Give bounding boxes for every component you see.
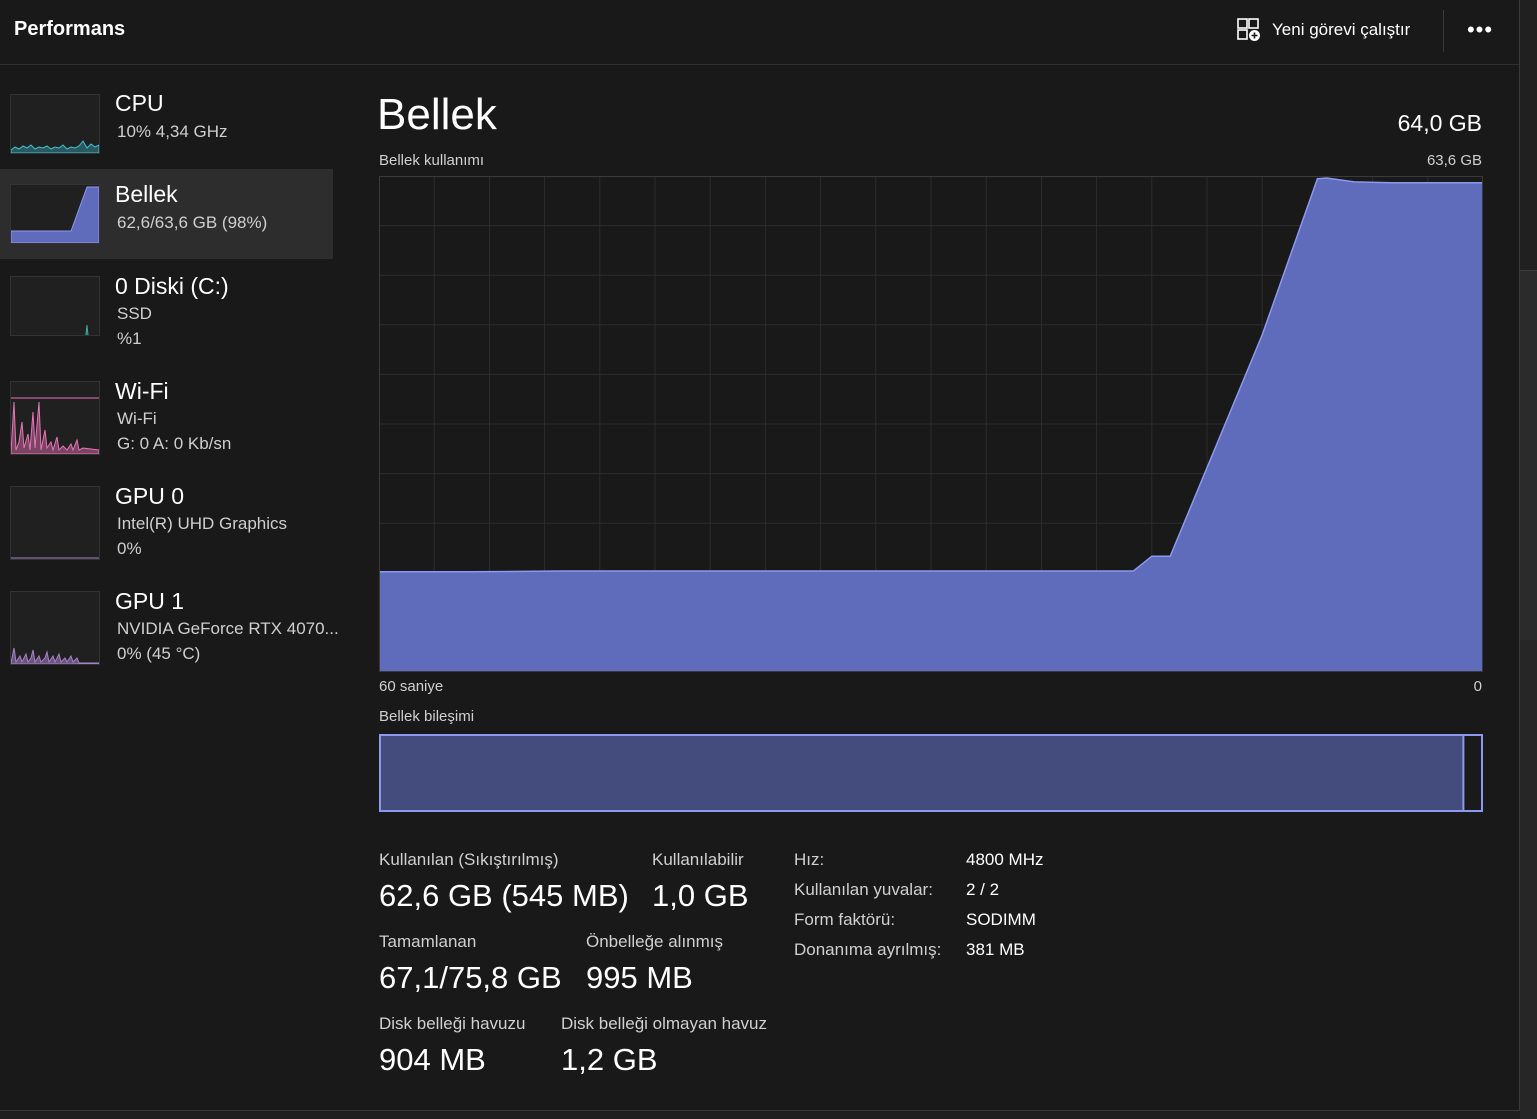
in-use-label: Kullanılan (Sıkıştırılmış) xyxy=(379,850,559,869)
sidebar-item-sub: 10% 4,34 GHz xyxy=(117,122,228,141)
new-task-icon xyxy=(1237,18,1260,41)
in-use-value: 62,6 GB (545 MB) xyxy=(379,878,629,913)
slots-label: Kullanılan yuvalar: xyxy=(794,880,933,899)
gpu0-thumbnail xyxy=(10,486,100,560)
sidebar-item-name: GPU 0 xyxy=(115,483,185,509)
composition-in-use xyxy=(381,736,1464,810)
x-axis-start-label: 60 saniye xyxy=(379,678,444,695)
sidebar-item-sub: Intel(R) UHD Graphics xyxy=(117,514,288,533)
sidebar-item-sub: Wi-Fi xyxy=(117,409,157,428)
gpu1-thumbnail xyxy=(10,591,100,665)
speed-label: Hız: xyxy=(794,850,825,869)
usage-chart-label: Bellek kullanımı xyxy=(379,152,485,169)
committed-value: 67,1/75,8 GB xyxy=(379,960,562,995)
slots-value: 2 / 2 xyxy=(966,880,1000,899)
header-divider xyxy=(1443,10,1444,52)
header-bar: Performans Yeni görevi çalıştır ••• xyxy=(0,0,1519,65)
hardware-reserved-label: Donanıma ayrılmış: xyxy=(794,940,942,959)
task-manager-window: Performans Yeni görevi çalıştır ••• CPU … xyxy=(0,0,1520,1111)
sidebar-item-wifi[interactable]: Wi-Fi Wi-Fi G: 0 A: 0 Kb/sn xyxy=(0,378,333,475)
memory-composition-bar xyxy=(379,734,1483,812)
sidebar-item-sub2: 0% xyxy=(117,539,142,558)
gpu1-thumb-graph xyxy=(11,647,99,664)
sidebar-item-sub: 62,6/63,6 GB (98%) xyxy=(117,213,268,232)
sidebar-item-sub2: G: 0 A: 0 Kb/sn xyxy=(117,434,232,453)
wifi-thumb-graph xyxy=(11,401,99,454)
new-task-label: Yeni görevi çalıştır xyxy=(1272,20,1411,39)
disk-thumb-graph xyxy=(85,324,89,335)
sidebar-item-cpu[interactable]: CPU 10% 4,34 GHz xyxy=(0,84,333,168)
background-window-edge xyxy=(1520,0,1537,1119)
nonpaged-pool-label: Disk belleği olmayan havuz xyxy=(561,1014,767,1033)
memory-thumb-graph xyxy=(11,186,99,243)
cpu-thumb-graph xyxy=(11,140,99,153)
form-factor-label: Form faktörü: xyxy=(794,910,896,929)
paged-pool-label: Disk belleği havuzu xyxy=(379,1014,526,1033)
memory-title: Bellek xyxy=(377,90,497,139)
sidebar-item-name: Wi-Fi xyxy=(115,378,169,404)
available-value: 1,0 GB xyxy=(652,878,749,913)
cpu-thumbnail xyxy=(10,94,100,154)
sidebar-item-sub2: 0% (45 °C) xyxy=(117,644,201,663)
memory-usage-chart xyxy=(379,176,1483,672)
sidebar-item-disk[interactable]: 0 Diski (C:) SSD %1 xyxy=(0,273,333,370)
page-title: Performans xyxy=(14,18,126,40)
memory-total: 64,0 GB xyxy=(1397,110,1482,136)
sidebar-item-gpu1[interactable]: GPU 1 NVIDIA GeForce RTX 4070... 0% (45 … xyxy=(0,588,339,685)
sidebar-item-sub: NVIDIA GeForce RTX 4070... xyxy=(117,619,339,638)
form-factor-value: SODIMM xyxy=(966,910,1036,929)
sidebar-item-memory[interactable]: Bellek 62,6/63,6 GB (98%) xyxy=(0,169,333,259)
more-options-icon[interactable]: ••• xyxy=(1464,16,1496,44)
sidebar-item-name: Bellek xyxy=(115,181,178,207)
disk-thumbnail xyxy=(10,276,100,336)
memory-panel: Bellek 64,0 GB Bellek kullanımı 63,6 GB … xyxy=(345,64,1519,1110)
available-label: Kullanılabilir xyxy=(652,850,744,869)
sidebar-item-sub: SSD xyxy=(117,304,152,323)
sidebar-item-name: CPU xyxy=(115,90,164,116)
sidebar-item-name: 0 Diski (C:) xyxy=(115,273,229,299)
sidebar-item-gpu0[interactable]: GPU 0 Intel(R) UHD Graphics 0% xyxy=(0,483,333,580)
wifi-thumbnail xyxy=(10,381,100,455)
speed-value: 4800 MHz xyxy=(966,850,1044,869)
new-task-button[interactable]: Yeni görevi çalıştır xyxy=(1236,14,1410,46)
usage-chart-max: 63,6 GB xyxy=(1426,152,1482,169)
x-axis-end-label: 0 xyxy=(1473,678,1482,695)
cached-label: Önbelleğe alınmış xyxy=(586,932,724,951)
sidebar-item-sub2: %1 xyxy=(117,329,142,348)
cached-value: 995 MB xyxy=(586,960,693,995)
memory-thumbnail xyxy=(10,184,100,244)
sidebar-item-name: GPU 1 xyxy=(115,588,185,614)
committed-label: Tamamlanan xyxy=(379,932,477,951)
composition-label: Bellek bileşimi xyxy=(379,708,475,725)
nonpaged-pool-value: 1,2 GB xyxy=(561,1042,658,1077)
paged-pool-value: 904 MB xyxy=(379,1042,486,1077)
hardware-reserved-value: 381 MB xyxy=(966,940,1025,959)
